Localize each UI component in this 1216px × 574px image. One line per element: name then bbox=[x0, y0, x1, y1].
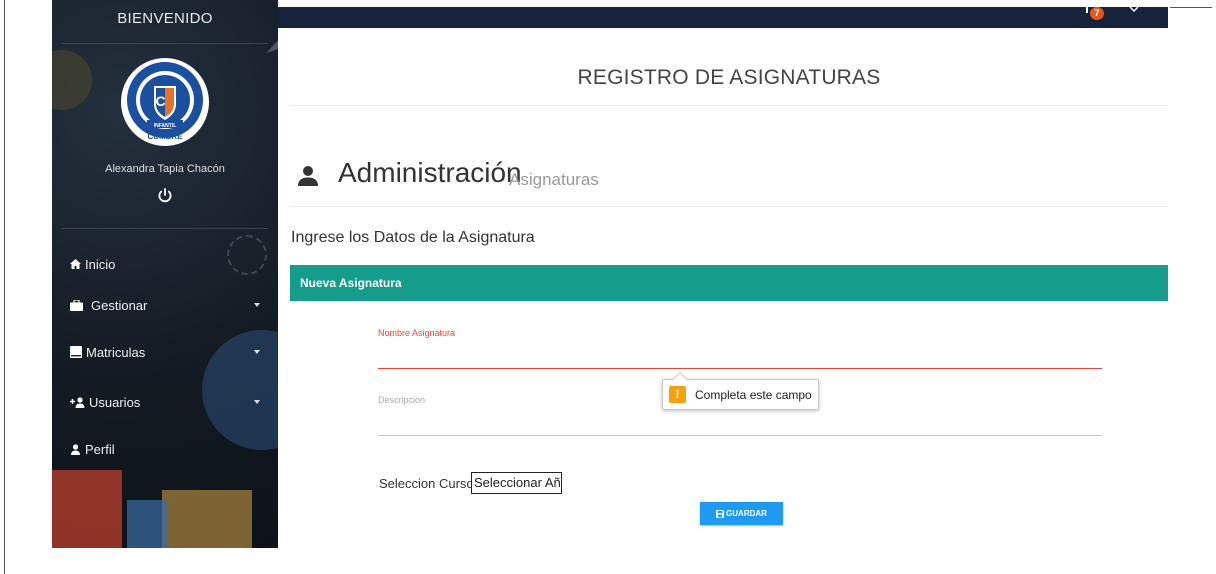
chevron-down-icon bbox=[254, 303, 260, 307]
save-button-label: GUARDAR bbox=[726, 509, 767, 518]
top-navbar: 7 bbox=[278, 7, 1168, 28]
descripcion-input[interactable] bbox=[378, 410, 1102, 436]
school-logo-avatar: C INFANTIL CUMBRE bbox=[121, 58, 209, 146]
panel-header: Nueva Asignatura bbox=[290, 265, 1168, 301]
save-button[interactable]: GUARDAR bbox=[700, 502, 783, 525]
chevron-down-icon bbox=[254, 350, 260, 354]
save-disk-icon bbox=[716, 509, 725, 518]
divider bbox=[290, 105, 1168, 106]
book-icon bbox=[70, 346, 82, 358]
sidebar-decoration-books bbox=[127, 500, 167, 548]
sidebar-welcome-title: BIENVENIDO bbox=[117, 10, 213, 27]
divider bbox=[62, 43, 268, 44]
sidebar: BIENVENIDO C INFANTIL CUMBRE Alexandra T… bbox=[52, 0, 278, 548]
home-icon bbox=[70, 259, 81, 269]
sidebar-decoration-books bbox=[52, 470, 122, 548]
sidebar-item-perfil[interactable]: Perfil bbox=[70, 438, 260, 460]
sidebar-item-label: Inicio bbox=[85, 256, 116, 272]
sidebar-item-label: Usuarios bbox=[89, 394, 141, 410]
frame-border-top bbox=[1170, 7, 1212, 8]
sidebar-item-label: Matriculas bbox=[86, 344, 146, 360]
warning-icon: ! bbox=[669, 386, 686, 403]
user-plus-icon bbox=[70, 396, 85, 408]
nombre-asignatura-label: Nombre Asignatura bbox=[378, 328, 456, 338]
user-icon bbox=[71, 443, 80, 455]
tooltip-text: Completa este campo bbox=[695, 387, 812, 402]
sidebar-decoration-plane bbox=[259, 24, 278, 54]
svg-text:INFANTIL: INFANTIL bbox=[154, 123, 177, 129]
logout-power-icon[interactable] bbox=[156, 187, 174, 205]
divider bbox=[62, 228, 268, 229]
form-heading: Ingrese los Datos de la Asignatura bbox=[291, 229, 535, 246]
nombre-asignatura-input[interactable] bbox=[378, 345, 1102, 369]
sidebar-item-usuarios[interactable]: Usuarios bbox=[70, 391, 260, 413]
search-icon[interactable] bbox=[1129, 7, 1139, 14]
curso-select[interactable]: Seleccionar Año bbox=[471, 472, 562, 494]
validation-tooltip: ! Completa este campo bbox=[662, 371, 819, 410]
descripcion-label: Descripcion bbox=[378, 395, 426, 405]
user-icon bbox=[298, 166, 318, 186]
frame-border-left bbox=[4, 0, 5, 574]
sidebar-item-inicio[interactable]: Inicio bbox=[70, 253, 260, 275]
sidebar-item-gestionar[interactable]: Gestionar bbox=[70, 294, 260, 316]
divider bbox=[290, 206, 1168, 207]
page-title: REGISTRO DE ASIGNATURAS bbox=[577, 66, 881, 89]
svg-text:C: C bbox=[155, 93, 165, 109]
sidebar-item-matriculas[interactable]: Matriculas bbox=[70, 341, 260, 363]
chevron-down-icon bbox=[254, 400, 260, 404]
notification-badge[interactable]: 7 bbox=[1090, 7, 1104, 20]
sidebar-decoration bbox=[52, 50, 92, 110]
section-subtitle: Asignaturas bbox=[509, 170, 599, 189]
tooltip-arrow bbox=[672, 371, 688, 387]
user-name: Alexandra Tapia Chacón bbox=[105, 163, 225, 175]
sidebar-decoration-books bbox=[162, 490, 252, 548]
section-title: Administración bbox=[338, 157, 522, 188]
sidebar-item-label: Perfil bbox=[85, 441, 115, 457]
sidebar-item-label: Gestionar bbox=[91, 297, 148, 313]
logo-wordmark: CUMBRE bbox=[147, 132, 183, 141]
seleccion-curso-label: Seleccion Curso: bbox=[379, 476, 478, 491]
briefcase-icon bbox=[70, 299, 83, 311]
